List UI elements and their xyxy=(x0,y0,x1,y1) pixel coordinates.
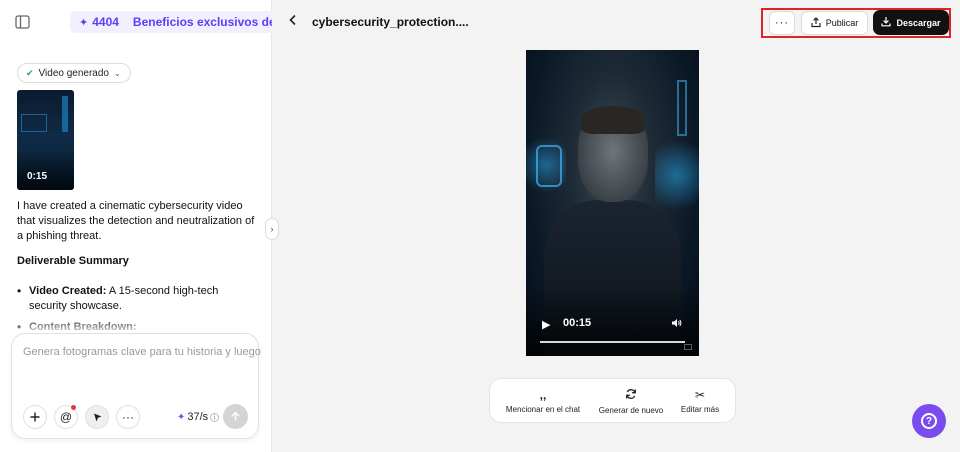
edit-more-button[interactable]: ✂ Editar más xyxy=(678,379,722,424)
credit-rate: 37/s xyxy=(187,411,209,423)
credit-cost: ✦ 37/s i xyxy=(177,411,220,423)
person-hair xyxy=(581,106,645,134)
scissors-icon: ✂ xyxy=(694,388,706,402)
chat-panel: ✦ 4404 Beneficios exclusivos de Seedance… xyxy=(0,0,272,452)
share-icon xyxy=(811,16,821,30)
bullet-bold: Content Breakdown: xyxy=(29,321,137,333)
plus-icon[interactable] xyxy=(23,405,47,429)
notification-dot xyxy=(71,405,76,410)
chevron-right-icon[interactable]: › xyxy=(265,218,279,240)
assistant-message: I have created a cinematic cybersecurity… xyxy=(17,199,257,341)
message-bullets: Video Created: A 15-second high-tech sec… xyxy=(17,284,257,335)
edit-label: Editar más xyxy=(680,405,720,414)
mention-in-chat-button[interactable]: ,, Mencionar en el chat xyxy=(506,379,580,424)
regenerate-button[interactable]: Generar de nuevo xyxy=(598,379,664,424)
more-options-button[interactable]: ··· xyxy=(769,11,795,35)
thumbnail-light xyxy=(62,96,68,132)
video-progress-bar[interactable] xyxy=(540,341,685,343)
thumbnail-duration: 0:15 xyxy=(27,171,48,182)
video-player[interactable]: ▶ 00:15 xyxy=(526,50,699,356)
more-icon[interactable]: ··· xyxy=(116,405,140,429)
download-button[interactable]: Descargar xyxy=(873,10,949,35)
check-icon: ✔ xyxy=(26,67,34,78)
neon-shape xyxy=(677,80,687,136)
promo-credits: 4404 xyxy=(92,15,119,29)
download-label: Descargar xyxy=(896,17,941,28)
help-icon: ? xyxy=(921,413,937,429)
message-heading: Deliverable Summary xyxy=(17,255,129,267)
play-icon[interactable]: ▶ xyxy=(542,318,550,331)
video-actions-toolbar: ,, Mencionar en el chat Generar de nuevo… xyxy=(489,378,736,423)
thumbnail-screen xyxy=(21,114,47,132)
sparkle-icon: ✦ xyxy=(177,411,186,423)
composer-input[interactable]: Genera fotogramas clave para tu historia… xyxy=(23,346,261,358)
help-button[interactable]: ? xyxy=(912,404,946,438)
video-generated-chip[interactable]: ✔ Video generado ⌄ xyxy=(17,63,131,83)
mention-label: Mencionar en el chat xyxy=(505,405,581,414)
list-item: Video Created: A 15-second high-tech sec… xyxy=(17,284,257,314)
download-icon xyxy=(881,16,892,29)
quote-icon: ,, xyxy=(539,388,547,402)
neon-shape xyxy=(536,145,562,187)
at-icon[interactable]: @ xyxy=(54,405,78,429)
promo-text: Beneficios exclusivos de Seedance xyxy=(132,15,272,29)
more-icon: ··· xyxy=(775,17,789,29)
publish-label: Publicar xyxy=(825,18,859,28)
video-thumbnail[interactable]: 0:15 xyxy=(17,90,74,190)
volume-icon[interactable] xyxy=(671,318,682,331)
cursor-icon[interactable] xyxy=(85,405,109,429)
chevron-down-icon: ⌄ xyxy=(113,68,121,78)
message-intro: I have created a cinematic cybersecurity… xyxy=(17,200,255,242)
arrow-up-icon[interactable] xyxy=(223,404,248,429)
page-title: cybersecurity_protection.... xyxy=(312,15,469,29)
chip-label: Video generado xyxy=(38,67,109,79)
sidebar-toggle-icon[interactable] xyxy=(14,13,32,31)
thumbnail-shade xyxy=(17,150,74,190)
chevron-left-icon[interactable] xyxy=(288,14,298,29)
refresh-icon xyxy=(625,388,637,402)
background-glow xyxy=(655,130,699,220)
info-icon[interactable]: i xyxy=(210,412,220,422)
promo-banner[interactable]: ✦ 4404 Beneficios exclusivos de Seedance xyxy=(70,11,272,33)
chat-composer[interactable]: Genera fotogramas clave para tu historia… xyxy=(11,333,261,439)
bullet-bold: Video Created: xyxy=(29,285,107,297)
sparkle-icon: ✦ xyxy=(79,16,89,29)
captions-icon[interactable] xyxy=(684,344,692,350)
regenerate-label: Generar de nuevo xyxy=(598,406,664,415)
video-time: 00:15 xyxy=(563,317,592,329)
publish-button[interactable]: Publicar xyxy=(801,11,868,35)
